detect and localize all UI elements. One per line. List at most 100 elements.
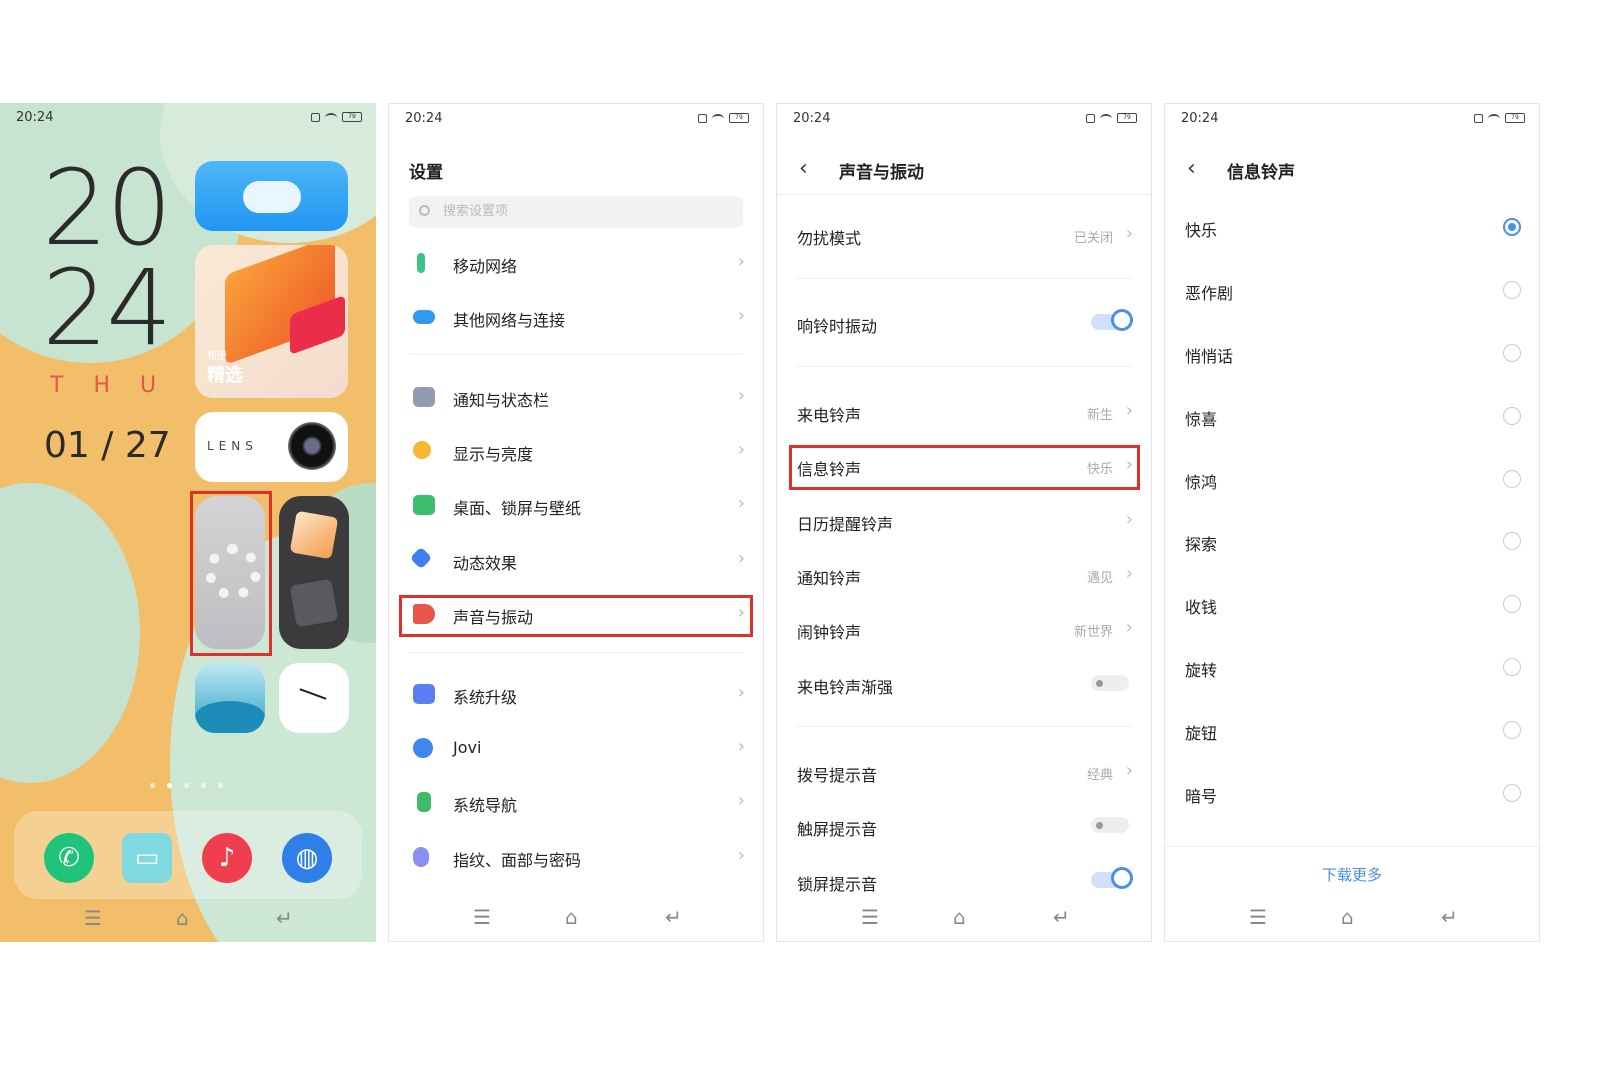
radio[interactable] (1503, 407, 1521, 425)
back-nav-icon[interactable]: ↵ (1053, 905, 1070, 929)
camera-lens-icon (288, 422, 336, 470)
radio[interactable] (1503, 784, 1521, 802)
status-time: 20:24 (1181, 111, 1219, 126)
lens-label: LENS (207, 439, 258, 453)
back-arrow-icon[interactable]: ‹ (799, 156, 808, 181)
settings-item-mobile-network[interactable]: 移动网络 › (389, 236, 763, 290)
clock-widget[interactable]: 20 24 (42, 156, 172, 360)
ringtone-option[interactable]: 悄悄话 (1165, 326, 1539, 380)
landscape-app-icon[interactable] (195, 663, 265, 733)
sound-item-label: 日历提醒铃声 (797, 515, 894, 534)
menu-icon[interactable]: ☰ (473, 905, 491, 929)
browser-icon[interactable]: ◍ (282, 833, 332, 883)
brightness-icon (413, 441, 431, 459)
menu-icon[interactable]: ☰ (84, 906, 102, 930)
vibrate-toggle[interactable] (1091, 309, 1133, 331)
settings-item-animation[interactable]: 动态效果 › (389, 533, 763, 587)
ringtone-option[interactable]: 暗号 (1165, 766, 1539, 820)
radio[interactable] (1503, 595, 1521, 613)
wallpaper-icon (413, 495, 435, 515)
radio[interactable] (1503, 344, 1521, 362)
sound-highlight (399, 595, 753, 637)
settings-item-wallpaper[interactable]: 桌面、锁屏与壁纸 › (389, 478, 763, 532)
ringtone-option[interactable]: 恶作剧 (1165, 263, 1539, 317)
album-widget[interactable]: 相册 精选 (195, 245, 348, 398)
touch-tone-toggle[interactable] (1091, 817, 1129, 833)
cube-app-icon[interactable] (279, 496, 349, 649)
ringtone-label: 恶作剧 (1185, 284, 1234, 303)
weekday-letter: T (50, 373, 64, 398)
lens-widget[interactable]: LENS (195, 412, 348, 482)
sound-item-dial-tone[interactable]: 拨号提示音 经典 › (777, 745, 1151, 799)
status-bar: 20:24 79 (389, 104, 763, 132)
ringtone-option[interactable]: 惊喜 (1165, 389, 1539, 443)
jovi-icon (413, 738, 433, 758)
settings-item-connection[interactable]: 其他网络与连接 › (389, 290, 763, 344)
home-icon[interactable]: ⌂ (565, 905, 578, 929)
radio[interactable] (1503, 721, 1521, 739)
phone-icon[interactable]: ✆ (44, 833, 94, 883)
ringtone-label: 快乐 (1185, 221, 1218, 240)
ringtone-option[interactable]: 旋钮 (1165, 703, 1539, 757)
sound-item-dnd[interactable]: 勿扰模式 已关闭 › (777, 208, 1151, 262)
nav-bar: ☰ ⌂ ↵ (389, 905, 763, 935)
back-arrow-icon[interactable]: ‹ (1187, 156, 1196, 181)
ringtone-label: 旋钮 (1185, 724, 1218, 743)
sound-item-ringtone[interactable]: 来电铃声 新生 › (777, 385, 1151, 439)
crescendo-toggle[interactable] (1091, 675, 1129, 691)
page-title: 信息铃声 (1227, 163, 1295, 183)
ringtone-option[interactable]: 快乐 (1165, 200, 1539, 254)
messages-icon[interactable]: ▭ (122, 833, 172, 883)
music-icon[interactable]: ♪ (202, 833, 252, 883)
radio[interactable] (1503, 658, 1521, 676)
home-icon[interactable]: ⌂ (176, 906, 189, 930)
ringtone-option[interactable]: 惊鸿 (1165, 452, 1539, 506)
sound-item-vibrate-on-ring: 响铃时振动 (777, 296, 1151, 350)
clock-app-icon[interactable] (279, 663, 349, 733)
sound-item-label: 锁屏提示音 (797, 875, 878, 894)
ringtone-option[interactable]: 旋转 (1165, 640, 1539, 694)
radio-selected[interactable] (1503, 218, 1521, 236)
dark-cube-icon (289, 578, 339, 628)
chevron-right-icon: › (737, 790, 745, 811)
notification-icon (413, 387, 435, 407)
home-icon[interactable]: ⌂ (1341, 905, 1354, 929)
chevron-right-icon: › (1125, 563, 1133, 584)
radio[interactable] (1503, 281, 1521, 299)
sound-item-alarm-tone[interactable]: 闹钟铃声 新世界 › (777, 602, 1151, 656)
settings-item-jovi[interactable]: Jovi › (389, 721, 763, 775)
radio[interactable] (1503, 470, 1521, 488)
status-bar: 20:24 79 (1165, 104, 1539, 132)
settings-item-fingerprint[interactable]: 指纹、面部与密码 › (389, 830, 763, 884)
sim-icon (698, 113, 707, 123)
back-nav-icon[interactable]: ↵ (1441, 905, 1458, 929)
message-tone-screen: 20:24 79 ‹ 信息铃声 快乐 恶作剧 悄悄话 惊喜 惊鸿 探索 收钱 旋… (1164, 103, 1540, 942)
search-input[interactable]: 搜索设置项 (409, 196, 743, 228)
weekday-letter: U (140, 373, 157, 398)
divider (777, 194, 1151, 195)
chevron-right-icon: › (1125, 617, 1133, 638)
ringtone-option[interactable]: 探索 (1165, 514, 1539, 568)
back-nav-icon[interactable]: ↵ (276, 906, 293, 930)
sound-item-value: 经典 (1086, 768, 1113, 783)
radio[interactable] (1503, 532, 1521, 550)
download-more-link[interactable]: 下载更多 (1165, 864, 1539, 885)
ringtone-label: 暗号 (1185, 787, 1218, 806)
menu-icon[interactable]: ☰ (1249, 905, 1267, 929)
sound-item-calendar-tone[interactable]: 日历提醒铃声 › (777, 494, 1151, 548)
home-icon[interactable]: ⌂ (953, 905, 966, 929)
settings-item-upgrade[interactable]: 系统升级 › (389, 667, 763, 721)
sound-item-notification-tone[interactable]: 通知铃声 遇见 › (777, 548, 1151, 602)
battery-icon: 79 (1505, 113, 1525, 123)
ringtone-option[interactable]: 收钱 (1165, 577, 1539, 631)
settings-item-display[interactable]: 显示与亮度 › (389, 424, 763, 478)
battery-icon: 79 (1117, 113, 1137, 123)
settings-item-navigation[interactable]: 系统导航 › (389, 775, 763, 829)
weather-widget[interactable] (195, 161, 348, 231)
settings-item-notification[interactable]: 通知与状态栏 › (389, 370, 763, 424)
wifi-icon (712, 113, 724, 123)
lock-tone-toggle[interactable] (1091, 867, 1133, 889)
back-nav-icon[interactable]: ↵ (665, 905, 682, 929)
nav-bar: ☰ ⌂ ↵ (1165, 905, 1539, 935)
menu-icon[interactable]: ☰ (861, 905, 879, 929)
